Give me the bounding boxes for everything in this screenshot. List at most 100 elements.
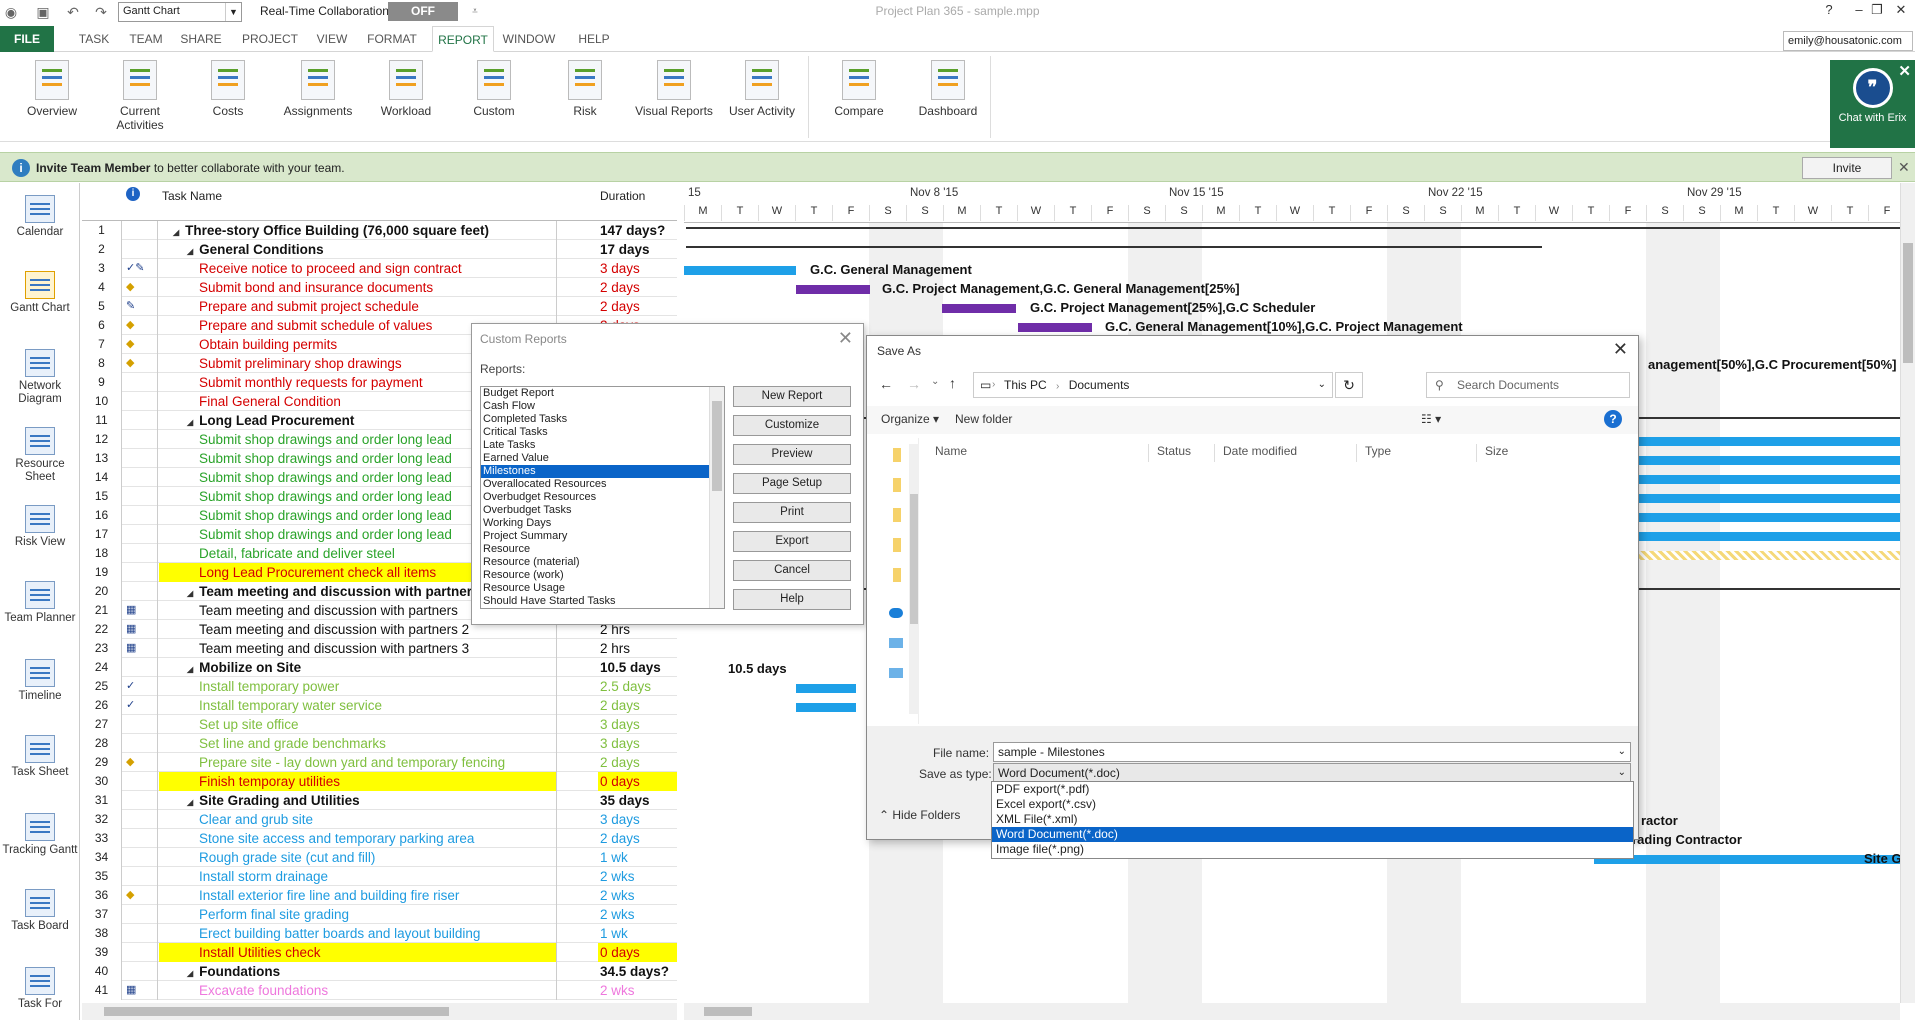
close-icon[interactable]: ✕	[1888, 2, 1914, 22]
row-number[interactable]: 39	[82, 943, 122, 962]
collapse-triangle-icon[interactable]: ◢	[187, 418, 193, 427]
task-name-cell[interactable]: Submit bond and insurance documents	[159, 278, 557, 297]
save-type-select[interactable]: Word Document(*.doc) ⌄	[993, 763, 1631, 783]
table-row[interactable]: 24 ◢ Mobilize on Site 10.5 days	[82, 658, 677, 677]
duration-cell[interactable]: 3 days	[598, 734, 677, 753]
nav-tracking-gantt[interactable]: Tracking Gantt	[0, 813, 80, 857]
ribbon-assignments[interactable]: Assignments	[278, 60, 358, 118]
table-row[interactable]: 29 ◆ Prepare site - lay down yard and temp…	[82, 753, 677, 772]
close-icon[interactable]: ✕	[838, 328, 853, 349]
row-number[interactable]: 9	[82, 373, 122, 392]
ribbon-current-activities[interactable]: Current Activities	[100, 60, 180, 132]
col-type[interactable]: Type	[1357, 444, 1477, 462]
task-bar[interactable]	[1624, 532, 1900, 541]
duration-cell[interactable]: 10.5 days	[598, 658, 677, 677]
pc-icon[interactable]	[889, 638, 903, 648]
help-button[interactable]: Help	[733, 589, 851, 610]
row-number[interactable]: 19	[82, 563, 122, 582]
nav-resource-sheet[interactable]: Resource Sheet	[0, 427, 80, 484]
scroll-thumb[interactable]	[704, 1007, 752, 1016]
task-name-cell[interactable]: Perform final site grading	[159, 905, 557, 924]
address-dropdown-icon[interactable]: ⌄	[1318, 373, 1326, 397]
row-number[interactable]: 40	[82, 962, 122, 981]
duration-cell[interactable]: 2 days	[598, 696, 677, 715]
duration-cell[interactable]: 17 days	[598, 240, 677, 259]
task-name-cell[interactable]: Team meeting and discussion with partner…	[159, 639, 557, 658]
table-row[interactable]: 39 Install Utilities check 0 days	[82, 943, 677, 962]
row-number[interactable]: 32	[82, 810, 122, 829]
task-name-cell[interactable]: Prepare and submit project schedule	[159, 297, 557, 316]
help-icon[interactable]: ?	[1604, 410, 1622, 428]
task-bar[interactable]	[1624, 456, 1900, 465]
dropdown-option[interactable]: XML File(*.xml)	[992, 812, 1633, 827]
duration-cell[interactable]: 147 days?	[598, 221, 677, 240]
row-number[interactable]: 38	[82, 924, 122, 943]
task-name-cell[interactable]: Finish temporay utilities	[159, 772, 557, 791]
dropdown-option[interactable]: Excel export(*.csv)	[992, 797, 1633, 812]
list-item[interactable]: Working Days	[481, 517, 724, 530]
hide-folders-button[interactable]: ⌃ Hide Folders	[879, 808, 960, 822]
breadcrumb-documents[interactable]: Documents	[1069, 378, 1130, 392]
row-number[interactable]: 12	[82, 430, 122, 449]
col-date-modified[interactable]: Date modified	[1215, 444, 1357, 462]
col-name[interactable]: Name	[927, 444, 1149, 462]
invite-link[interactable]: Invite Team Member	[36, 161, 150, 175]
col-status[interactable]: Status	[1149, 444, 1215, 462]
table-row[interactable]: 38 Erect building batter boards and layou…	[82, 924, 677, 943]
table-row[interactable]: 33 Stone site access and temporary parkin…	[82, 829, 677, 848]
list-scrollbar[interactable]	[709, 387, 724, 608]
task-name-cell[interactable]: Install Utilities check	[159, 943, 557, 962]
cancel-button[interactable]: Cancel	[733, 560, 851, 581]
task-name-cell[interactable]: Stone site access and temporary parking …	[159, 829, 557, 848]
list-item[interactable]: Late Tasks	[481, 439, 724, 452]
tab-team[interactable]: TEAM	[123, 26, 169, 52]
nav-team-planner[interactable]: Team Planner	[0, 581, 80, 625]
row-number[interactable]: 21	[82, 601, 122, 620]
ribbon-overview[interactable]: Overview	[12, 60, 92, 118]
row-number[interactable]: 25	[82, 677, 122, 696]
row-number[interactable]: 2	[82, 240, 122, 259]
nav-task-sheet[interactable]: Task Sheet	[0, 735, 80, 779]
task-name-cell[interactable]: Install temporary water service	[159, 696, 557, 715]
row-number[interactable]: 41	[82, 981, 122, 1000]
duration-cell[interactable]: 0 days	[598, 772, 677, 791]
row-number[interactable]: 16	[82, 506, 122, 525]
account-select[interactable]: emily@housatonic.com	[1783, 31, 1913, 51]
task-bar[interactable]	[684, 266, 796, 275]
table-row[interactable]: 37 Perform final site grading 2 wks	[82, 905, 677, 924]
reports-list[interactable]: Budget Report Cash Flow Completed Tasks Cri…	[480, 386, 725, 609]
row-number[interactable]: 36	[82, 886, 122, 905]
tab-project[interactable]: PROJECT	[237, 26, 303, 52]
address-bar[interactable]: ▭ › This PC › Documents ⌄	[973, 372, 1333, 398]
list-item[interactable]: Resource Usage	[481, 582, 724, 595]
row-number[interactable]: 4	[82, 278, 122, 297]
table-row[interactable]: 4 ◆ Submit bond and insurance documents 2 d…	[82, 278, 677, 297]
scroll-thumb[interactable]	[104, 1007, 449, 1016]
collapse-triangle-icon[interactable]: ◢	[173, 228, 179, 237]
table-row[interactable]: 34 Rough grade site (cut and fill) 1 wk	[82, 848, 677, 867]
task-name-cell[interactable]: Prepare site - lay down yard and tempora…	[159, 753, 557, 772]
dropdown-option[interactable]: Word Document(*.doc)	[992, 827, 1633, 842]
table-row[interactable]: 36 ◆ Install exterior fire line and buildi…	[82, 886, 677, 905]
task-name-cell[interactable]: Install exterior fire line and building …	[159, 886, 557, 905]
invite-close-icon[interactable]: ✕	[1898, 159, 1910, 176]
duration-cell[interactable]: 3 days	[598, 715, 677, 734]
table-row[interactable]: 26 ✓ Install temporary water service 2 days	[82, 696, 677, 715]
table-row[interactable]: 32 Clear and grub site 3 days	[82, 810, 677, 829]
close-icon[interactable]: ✕	[1613, 339, 1628, 360]
row-number[interactable]: 18	[82, 544, 122, 563]
folder-icon[interactable]	[893, 568, 901, 582]
nav-gantt-chart[interactable]: Gantt Chart	[0, 271, 80, 315]
hatched-bar[interactable]	[1624, 551, 1900, 560]
tab-task[interactable]: TASK	[72, 26, 116, 52]
row-number[interactable]: 14	[82, 468, 122, 487]
task-bar[interactable]	[796, 684, 856, 693]
task-name-cell[interactable]: Set line and grade benchmarks	[159, 734, 557, 753]
new-folder-button[interactable]: New folder	[955, 412, 1012, 426]
row-number[interactable]: 17	[82, 525, 122, 544]
table-row[interactable]: 27 Set up site office 3 days	[82, 715, 677, 734]
list-item[interactable]: Budget Report	[481, 387, 724, 400]
task-bar[interactable]	[796, 285, 870, 294]
row-number[interactable]: 33	[82, 829, 122, 848]
dropdown-option[interactable]: Image file(*.png)	[992, 842, 1633, 857]
